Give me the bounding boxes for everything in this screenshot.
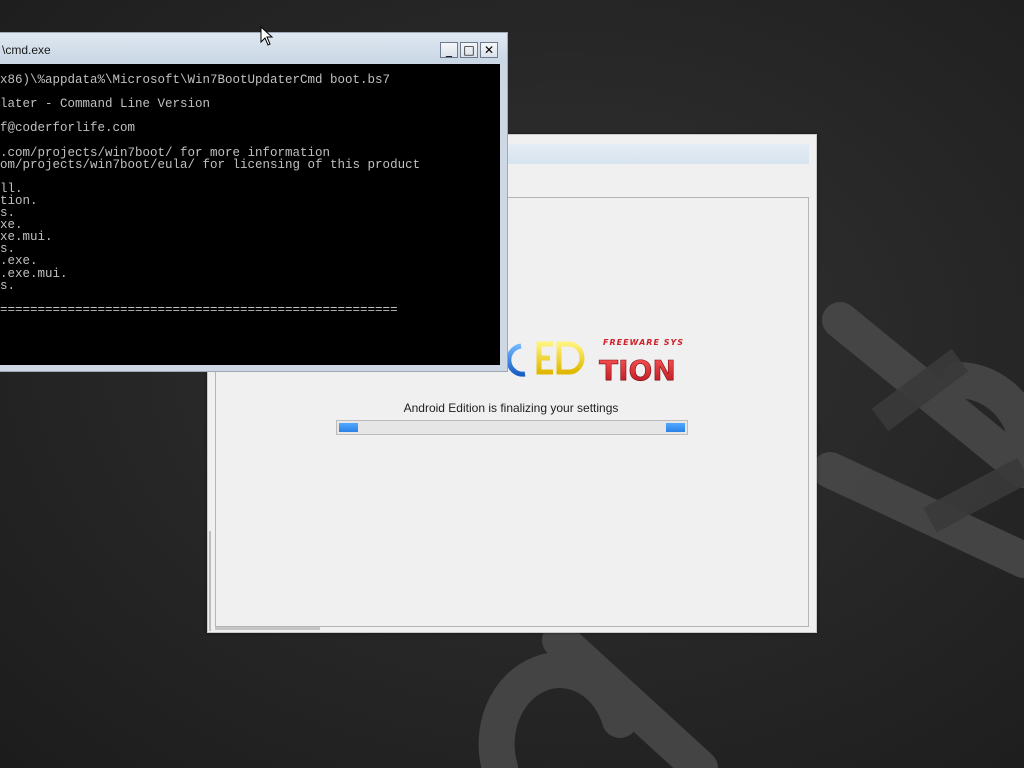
status-message: Android Edition is finalizing your setti… xyxy=(403,401,619,415)
progress-chunk-right xyxy=(666,423,685,432)
cmd-window-title: \cmd.exe xyxy=(2,43,51,57)
edition-logo: TION FREEWARE SYS xyxy=(503,330,703,390)
console-output-area[interactable]: x86)\%appdata%\Microsoft\Win7BootUpdater… xyxy=(0,64,500,365)
progress-bar xyxy=(336,420,688,435)
setup-scroll-indicator xyxy=(215,627,320,630)
minimize-button[interactable]: _ xyxy=(440,42,458,58)
progress-chunk-left xyxy=(339,423,358,432)
console-text: x86)\%appdata%\Microsoft\Win7BootUpdater… xyxy=(0,73,421,317)
close-button[interactable]: ✕ xyxy=(480,42,498,58)
cmd-title-bar[interactable]: \cmd.exe _ □ ✕ xyxy=(0,33,507,63)
edition-logo-graphic: TION FREEWARE SYS xyxy=(506,338,684,387)
maximize-button[interactable]: □ xyxy=(460,42,478,58)
cmd-window: \cmd.exe _ □ ✕ x86)\%appdata%\Microsoft\… xyxy=(0,32,508,372)
setup-window-edge xyxy=(209,531,211,631)
setup-title-bar[interactable] xyxy=(504,144,809,164)
mouse-pointer-icon xyxy=(260,26,274,46)
svg-text:FREEWARE SYS: FREEWARE SYS xyxy=(603,338,684,347)
svg-text:TION: TION xyxy=(599,354,676,387)
